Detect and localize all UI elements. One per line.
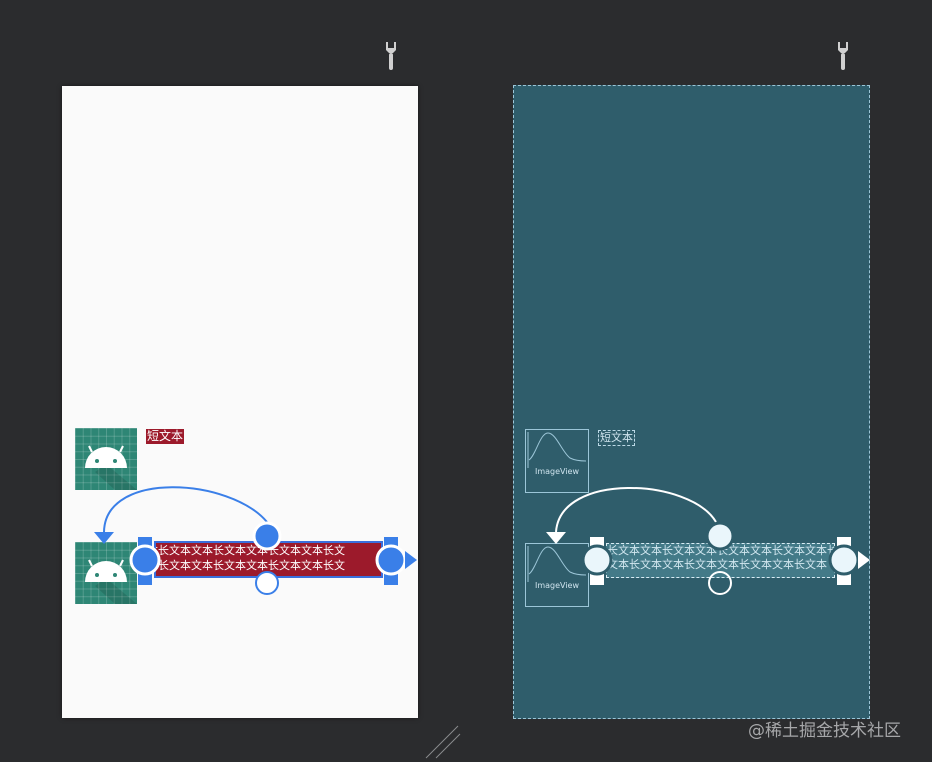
- anchor-bottom: [708, 571, 732, 595]
- anchor-left: [581, 544, 613, 576]
- anchor-top: [705, 521, 735, 551]
- constraint-arrow-right: [858, 551, 870, 569]
- blueprint-constraint-overlay: [546, 487, 870, 595]
- resize-handle-icon[interactable]: [424, 724, 464, 760]
- watermark: @稀土掘金技术社区: [748, 721, 901, 741]
- anchor-right: [828, 544, 860, 576]
- constraint-arrow: [555, 487, 717, 533]
- constraint-arrowhead: [546, 532, 566, 544]
